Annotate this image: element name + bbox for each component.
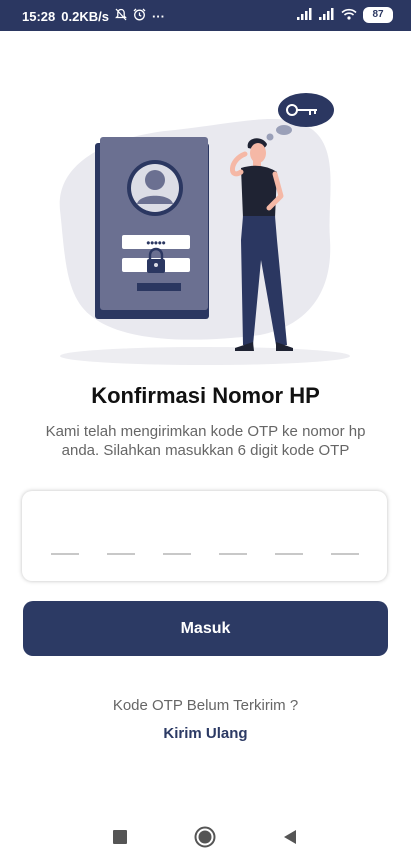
resend-question: Kode OTP Belum Terkirim ?	[112, 697, 299, 714]
signal-icon	[297, 7, 313, 23]
recent-apps-button[interactable]	[90, 812, 150, 867]
navigation-bar	[0, 812, 411, 867]
home-button[interactable]	[175, 812, 235, 867]
battery-icon: 87	[363, 7, 393, 23]
id-card-icon	[95, 137, 209, 319]
back-icon	[283, 829, 297, 850]
resend-link[interactable]: Kirim Ulang	[0, 725, 411, 742]
otp-digit-3[interactable]	[163, 553, 191, 555]
otp-digit-2[interactable]	[107, 553, 135, 555]
signal-icon	[319, 7, 335, 23]
alarm-icon	[133, 8, 146, 24]
status-time: 15:28	[22, 8, 56, 24]
otp-illustration: •••••	[55, 90, 355, 370]
more-icon: ···	[151, 8, 165, 24]
submit-button[interactable]: Masuk	[23, 601, 388, 656]
status-bar: 15:28 0.2KB/s ··· 87	[0, 0, 411, 31]
home-icon	[194, 826, 216, 853]
otp-digit-1[interactable]	[51, 553, 79, 555]
otp-digit-6[interactable]	[331, 553, 359, 555]
password-mask: •••••	[146, 238, 165, 250]
wifi-icon	[341, 8, 357, 23]
recent-apps-icon	[113, 830, 127, 849]
otp-digit-4[interactable]	[219, 553, 247, 555]
otp-digit-5[interactable]	[275, 553, 303, 555]
page-description: Kami telah mengirimkan kode OTP ke nomor…	[45, 423, 366, 459]
page-title: Konfirmasi Nomor HP	[91, 383, 320, 408]
otp-input-group[interactable]	[22, 491, 387, 581]
back-button[interactable]	[260, 812, 320, 867]
mute-icon	[115, 8, 127, 24]
network-speed: 0.2KB/s	[61, 8, 109, 24]
